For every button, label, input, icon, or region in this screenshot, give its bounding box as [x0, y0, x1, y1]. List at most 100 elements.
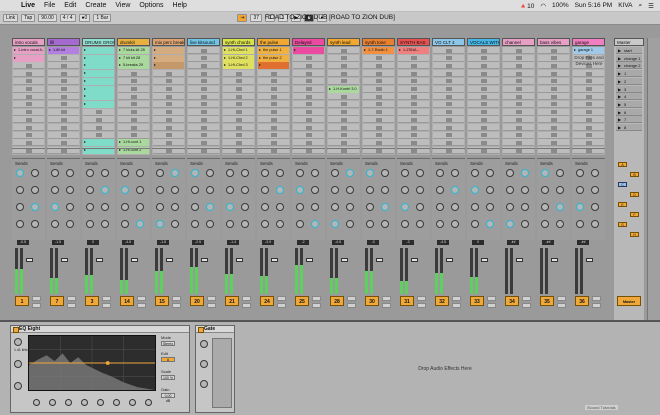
track-title[interactable]: synth tone: [362, 38, 395, 46]
clip-slot[interactable]: [538, 100, 569, 108]
clip-slot[interactable]: [258, 100, 289, 108]
send-knob[interactable]: [311, 169, 319, 177]
clip-stop-icon[interactable]: [131, 94, 137, 99]
track-activator-button[interactable]: 25: [295, 296, 309, 306]
clip-stop-icon[interactable]: [131, 125, 137, 130]
clip-stop-icon[interactable]: [516, 110, 522, 115]
clip-stop-icon[interactable]: [306, 71, 312, 76]
return-track-button[interactable]: B: [630, 172, 639, 177]
clip-stop-icon[interactable]: [586, 133, 592, 138]
clip-stop-icon[interactable]: [26, 79, 32, 84]
clip-slot[interactable]: [188, 85, 219, 93]
clip-stop-icon[interactable]: [201, 117, 207, 122]
clip-stop-icon[interactable]: [166, 117, 172, 122]
clip-stop-icon[interactable]: [516, 140, 522, 145]
send-knob[interactable]: [156, 203, 164, 211]
arm-button[interactable]: [172, 303, 181, 308]
return-track-button[interactable]: E: [618, 202, 627, 207]
clip-stop-icon[interactable]: [481, 125, 487, 130]
clip-stop-icon[interactable]: [341, 140, 347, 145]
clip-slot[interactable]: [503, 47, 534, 54]
send-knob[interactable]: [381, 220, 389, 228]
track-activator-button[interactable]: 36: [575, 296, 589, 306]
clip-slot[interactable]: [258, 93, 289, 101]
clip-slot[interactable]: [153, 77, 184, 85]
clip-slot[interactable]: [433, 131, 464, 139]
clip-stop-icon[interactable]: [411, 87, 417, 91]
track-title[interactable]: synth chords: [222, 38, 255, 46]
solo-button[interactable]: [417, 296, 426, 301]
clip-stop-icon[interactable]: [411, 117, 417, 122]
send-knob[interactable]: [51, 169, 59, 177]
clip-stop-icon[interactable]: [376, 79, 382, 84]
arm-button[interactable]: [522, 303, 531, 308]
clip-slot[interactable]: [118, 124, 149, 131]
clip-slot[interactable]: [398, 131, 429, 139]
menu-view[interactable]: View: [115, 2, 130, 9]
send-knob[interactable]: [156, 186, 164, 194]
solo-button[interactable]: [347, 296, 356, 301]
clip-stop-icon[interactable]: [516, 71, 522, 76]
clip-slot[interactable]: [363, 70, 394, 78]
clip-slot[interactable]: [293, 77, 324, 85]
track-activator-button[interactable]: 28: [330, 296, 344, 306]
clip-stop-icon[interactable]: [61, 102, 67, 107]
send-knob[interactable]: [121, 203, 129, 211]
clip-stop-icon[interactable]: [131, 133, 137, 138]
return-track-button[interactable]: G: [618, 222, 627, 227]
send-knob[interactable]: [136, 186, 144, 194]
clip-slot[interactable]: [223, 124, 254, 131]
eq-band-handle[interactable]: [105, 361, 110, 365]
arm-button[interactable]: [487, 303, 496, 308]
clip-slot[interactable]: [48, 108, 79, 116]
clip-stop-icon[interactable]: [26, 71, 32, 76]
send-knob[interactable]: [16, 203, 24, 211]
clip-stop-icon[interactable]: [271, 71, 277, 76]
clip-slot[interactable]: [538, 47, 569, 54]
clip[interactable]: 1-fill kit: [48, 47, 79, 54]
send-knob[interactable]: [296, 186, 304, 194]
clip-slot[interactable]: [398, 85, 429, 93]
scene-launch[interactable]: change 1: [616, 54, 642, 62]
send-knob[interactable]: [276, 203, 284, 211]
clip-slot[interactable]: [188, 62, 219, 70]
send-knob[interactable]: [241, 169, 249, 177]
clip-slot[interactable]: [258, 108, 289, 116]
send-knob[interactable]: [366, 220, 374, 228]
clip-stop-icon[interactable]: [481, 63, 487, 68]
send-knob[interactable]: [436, 203, 444, 211]
clip-slot[interactable]: [258, 131, 289, 139]
clip-slot[interactable]: [153, 85, 184, 93]
clip-slot[interactable]: [363, 62, 394, 70]
clip-stop-icon[interactable]: [26, 110, 32, 115]
clip-stop-icon[interactable]: [481, 133, 487, 138]
track-title[interactable]: mix perc break: [152, 38, 185, 46]
solo-button[interactable]: [102, 296, 111, 301]
clip-stop-icon[interactable]: [236, 140, 242, 145]
clip-stop-icon[interactable]: [446, 94, 452, 99]
clip-slot[interactable]: [13, 85, 44, 93]
track-title[interactable]: intro vocals: [12, 38, 45, 46]
clip-slot[interactable]: [153, 93, 184, 101]
clip-stop-icon[interactable]: [306, 102, 312, 107]
time-signature[interactable]: 4 / 4: [59, 14, 76, 22]
user-name[interactable]: KIVA: [618, 2, 632, 9]
clip-slot[interactable]: [293, 100, 324, 108]
clip-slot[interactable]: [328, 93, 359, 101]
clip-stop-icon[interactable]: [446, 87, 452, 91]
clip-slot[interactable]: [433, 77, 464, 85]
master-title[interactable]: Master: [614, 38, 644, 46]
clip-stop-icon[interactable]: [306, 56, 312, 61]
volume-fader[interactable]: [271, 258, 278, 262]
track-activator-button[interactable]: 35: [540, 296, 554, 306]
send-knob[interactable]: [261, 186, 269, 194]
menu-create[interactable]: Create: [85, 2, 106, 9]
clip-slot[interactable]: [118, 131, 149, 139]
track-title[interactable]: channel: [502, 38, 535, 46]
send-knob[interactable]: [276, 169, 284, 177]
clip-slot[interactable]: [48, 77, 79, 85]
record-button[interactable]: ●: [317, 14, 328, 22]
clip-stop-icon[interactable]: [236, 117, 242, 122]
clip-slot[interactable]: [433, 124, 464, 131]
clip-stop-icon[interactable]: [376, 63, 382, 68]
